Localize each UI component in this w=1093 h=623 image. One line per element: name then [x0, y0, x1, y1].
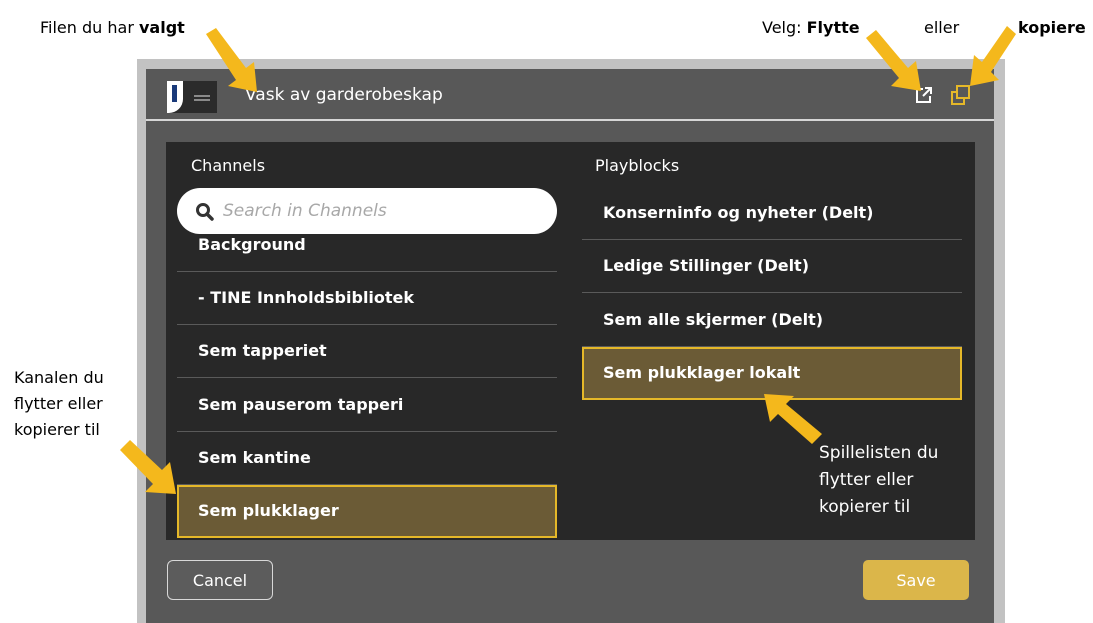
- arrow-to-copy-icon: [970, 26, 1016, 86]
- arrow-to-move-icon: [866, 30, 921, 91]
- note-channel: Kanalen du flytter eller kopierer til: [14, 368, 104, 439]
- channel-item[interactable]: Sem pauserom tapperi: [177, 379, 557, 432]
- channels-list: Background - TINE Innholdsbibliotek Sem …: [177, 219, 557, 540]
- save-button[interactable]: Save: [863, 560, 969, 600]
- channel-item[interactable]: - TINE Innholdsbibliotek: [177, 272, 557, 325]
- note-playlist: Spillelisten du flytter eller kopierer t…: [819, 443, 939, 517]
- note-copy: kopiere: [1018, 18, 1086, 37]
- channel-item[interactable]: Sem tapperiet: [177, 325, 557, 378]
- copy-icon[interactable]: [950, 84, 972, 111]
- arrow-to-playblock: [764, 394, 822, 444]
- playblock-item[interactable]: Ledige Stillinger (Delt): [582, 240, 962, 293]
- channel-item-selected[interactable]: Sem plukklager: [177, 485, 557, 538]
- selection-panel: Channels Playblocks Background - TINE In…: [166, 142, 975, 540]
- note-selected-file: Filen du har valgt: [40, 18, 185, 37]
- note-or: eller: [924, 18, 960, 37]
- channel-search: [177, 188, 557, 234]
- search-input[interactable]: [223, 196, 543, 226]
- playblocks-list: Konserninfo og nyheter (Delt) Ledige Sti…: [582, 187, 964, 400]
- search-icon: [195, 202, 215, 227]
- arrow-to-title-icon: [206, 28, 257, 92]
- playblocks-heading: Playblocks: [595, 156, 680, 175]
- move-copy-dialog: Vask av garderobeskap Channels Playblock…: [146, 69, 994, 623]
- channel-item[interactable]: Sem kantine: [177, 432, 557, 485]
- arrow-to-channel: [120, 440, 176, 494]
- playblock-item[interactable]: Sem alle skjermer (Delt): [582, 294, 962, 347]
- note-choose-move: Velg: Flytte: [762, 18, 860, 37]
- cancel-button[interactable]: Cancel: [167, 560, 273, 600]
- playblock-item[interactable]: Konserninfo og nyheter (Delt): [582, 187, 962, 240]
- file-title: Vask av garderobeskap: [245, 85, 443, 105]
- channels-heading: Channels: [191, 156, 266, 175]
